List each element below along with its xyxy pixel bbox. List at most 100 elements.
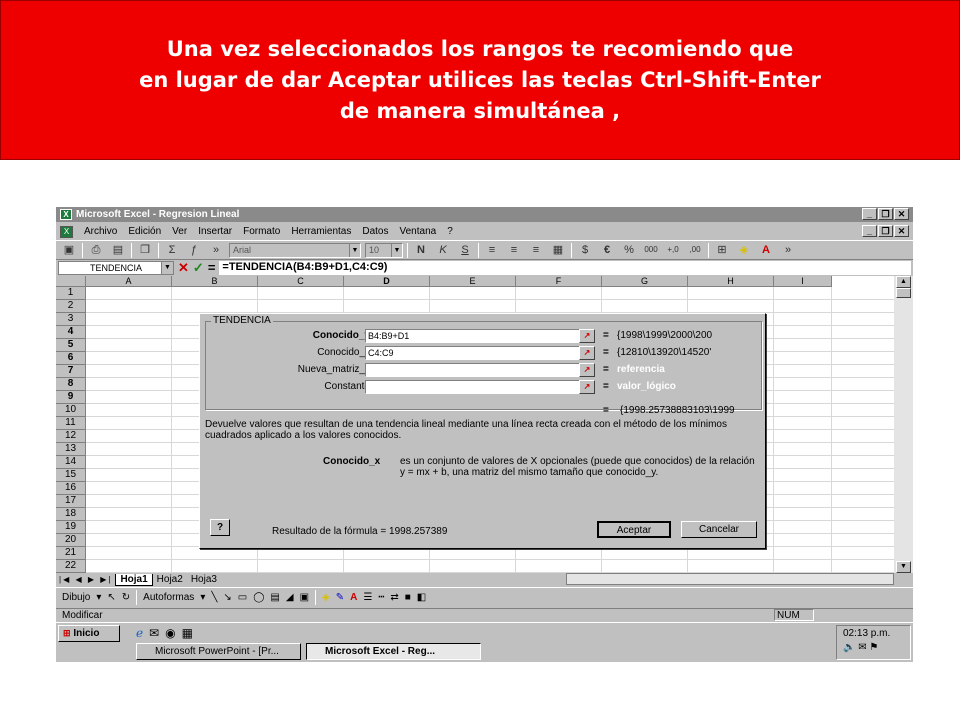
- thousands-button[interactable]: 000: [642, 242, 660, 258]
- drawing-menu[interactable]: Dibujo: [62, 592, 90, 603]
- select-all-corner[interactable]: [56, 276, 86, 287]
- minimize-button[interactable]: _: [862, 208, 877, 220]
- rotate-icon[interactable]: ↻: [122, 592, 130, 603]
- outlook-icon[interactable]: ✉: [149, 626, 159, 640]
- line-style-icon[interactable]: ☰: [363, 592, 372, 603]
- shadow-icon[interactable]: ■: [405, 592, 411, 603]
- scroll-down-icon[interactable]: ▼: [896, 561, 911, 573]
- increase-decimal-button[interactable]: +,0: [664, 242, 682, 258]
- chevron-down-icon[interactable]: ▾: [200, 592, 205, 603]
- row-header-13[interactable]: 13: [56, 443, 86, 456]
- italic-button[interactable]: K: [434, 242, 452, 258]
- column-header-g[interactable]: G: [602, 276, 688, 287]
- clock[interactable]: 02:13 p.m.: [843, 628, 890, 639]
- menu-archivo[interactable]: Archivo: [84, 226, 117, 237]
- fill-color-icon[interactable]: ◈: [735, 242, 753, 258]
- taskbar-powerpoint[interactable]: Microsoft PowerPoint - [Pr...: [136, 643, 301, 660]
- paste-icon[interactable]: ❐: [136, 242, 154, 258]
- equals-icon[interactable]: =: [208, 261, 216, 274]
- column-header-h[interactable]: H: [688, 276, 774, 287]
- autoshapes-menu[interactable]: Autoformas: [143, 592, 194, 603]
- collapse-dialog-icon[interactable]: ↗: [579, 329, 595, 343]
- row-header-14[interactable]: 14: [56, 456, 86, 469]
- horizontal-scrollbar[interactable]: [566, 573, 894, 585]
- row-header-9[interactable]: 9: [56, 391, 86, 404]
- scroll-up-icon[interactable]: ▲: [896, 276, 911, 288]
- row-header-2[interactable]: 2: [56, 300, 86, 313]
- align-right-icon[interactable]: ≡: [527, 242, 545, 258]
- row-header-19[interactable]: 19: [56, 521, 86, 534]
- font-color-icon[interactable]: A: [350, 592, 357, 603]
- 3d-icon[interactable]: ◧: [417, 592, 426, 603]
- row-header-7[interactable]: 7: [56, 365, 86, 378]
- decrease-decimal-button[interactable]: ,00: [686, 242, 704, 258]
- column-header-b[interactable]: B: [172, 276, 258, 287]
- row-header-6[interactable]: 6: [56, 352, 86, 365]
- row-header-20[interactable]: 20: [56, 534, 86, 547]
- function-icon[interactable]: ƒ: [185, 242, 203, 258]
- sheet-tab-3[interactable]: Hoja3: [187, 574, 221, 586]
- column-header-i[interactable]: I: [774, 276, 832, 287]
- row-header-17[interactable]: 17: [56, 495, 86, 508]
- select-objects-icon[interactable]: ↖: [107, 592, 115, 603]
- rectangle-icon[interactable]: ▭: [238, 592, 247, 603]
- collapse-dialog-icon[interactable]: ↗: [579, 346, 595, 360]
- line-icon[interactable]: ╲: [211, 592, 217, 603]
- row-header-18[interactable]: 18: [56, 508, 86, 521]
- desktop-icon[interactable]: ◉: [165, 626, 175, 640]
- arrow-icon[interactable]: ↘: [223, 592, 231, 603]
- menu-ventana[interactable]: Ventana: [399, 226, 436, 237]
- arg-input[interactable]: [365, 380, 595, 394]
- preview-icon[interactable]: ▤: [109, 242, 127, 258]
- menu-datos[interactable]: Datos: [362, 226, 388, 237]
- start-button[interactable]: ⊞ Inicio: [58, 625, 120, 642]
- formula-input[interactable]: =TENDENCIA(B4:B9+D1,C4:C9): [219, 260, 911, 275]
- arrow-style-icon[interactable]: ⇄: [390, 592, 398, 603]
- arg-input[interactable]: [365, 363, 595, 377]
- column-header-e[interactable]: E: [430, 276, 516, 287]
- column-header-d[interactable]: D: [344, 276, 430, 287]
- ie-icon[interactable]: ℯ: [136, 626, 143, 640]
- print-icon[interactable]: ⎙: [87, 242, 105, 258]
- menu-edicion[interactable]: Edición: [128, 226, 161, 237]
- textbox-icon[interactable]: ▤: [270, 592, 279, 603]
- sheet-tab-2[interactable]: Hoja2: [153, 574, 187, 586]
- doc-restore-button[interactable]: ❐: [878, 225, 893, 237]
- more-icon[interactable]: »: [207, 242, 225, 258]
- scroll-thumb[interactable]: [896, 288, 911, 298]
- underline-button[interactable]: S: [456, 242, 474, 258]
- row-header-10[interactable]: 10: [56, 404, 86, 417]
- oval-icon[interactable]: ◯: [253, 592, 264, 603]
- line-color-icon[interactable]: ✎: [336, 592, 344, 603]
- sheet-nav-icons[interactable]: |◀ ◀ ▶ ▶|: [56, 575, 115, 584]
- font-size-select[interactable]: 10 ▼: [365, 242, 403, 258]
- autosum-icon[interactable]: Σ: [163, 242, 181, 258]
- row-header-3[interactable]: 3: [56, 313, 86, 326]
- collapse-dialog-icon[interactable]: ↗: [579, 363, 595, 377]
- dash-style-icon[interactable]: ┅: [378, 592, 384, 603]
- row-header-21[interactable]: 21: [56, 547, 86, 560]
- row-header-8[interactable]: 8: [56, 378, 86, 391]
- row-header-4[interactable]: 4: [56, 326, 86, 339]
- merge-icon[interactable]: ▦: [549, 242, 567, 258]
- fill-color-icon[interactable]: ◈: [322, 592, 330, 603]
- font-color-icon[interactable]: A: [757, 242, 775, 258]
- menu-formato[interactable]: Formato: [243, 226, 280, 237]
- currency-style-icon[interactable]: $: [576, 242, 594, 258]
- restore-button[interactable]: ❐: [878, 208, 893, 220]
- enter-icon[interactable]: ✓: [193, 261, 204, 274]
- menu-insertar[interactable]: Insertar: [198, 226, 232, 237]
- more-icon[interactable]: »: [779, 242, 797, 258]
- arg-input[interactable]: C4:C9: [365, 346, 595, 360]
- row-header-22[interactable]: 22: [56, 560, 86, 573]
- euro-button[interactable]: €: [598, 242, 616, 258]
- tray-icons[interactable]: 🔈 ✉ ⚑: [843, 642, 904, 653]
- close-button[interactable]: ✕: [894, 208, 909, 220]
- clipart-icon[interactable]: ▣: [300, 592, 309, 603]
- column-header-a[interactable]: A: [86, 276, 172, 287]
- wordart-icon[interactable]: ◢: [286, 592, 294, 603]
- cancel-button[interactable]: Cancelar: [681, 521, 757, 538]
- help-button[interactable]: ?: [210, 519, 230, 536]
- font-select[interactable]: Arial ▼: [229, 242, 361, 258]
- save-icon[interactable]: ▣: [60, 242, 78, 258]
